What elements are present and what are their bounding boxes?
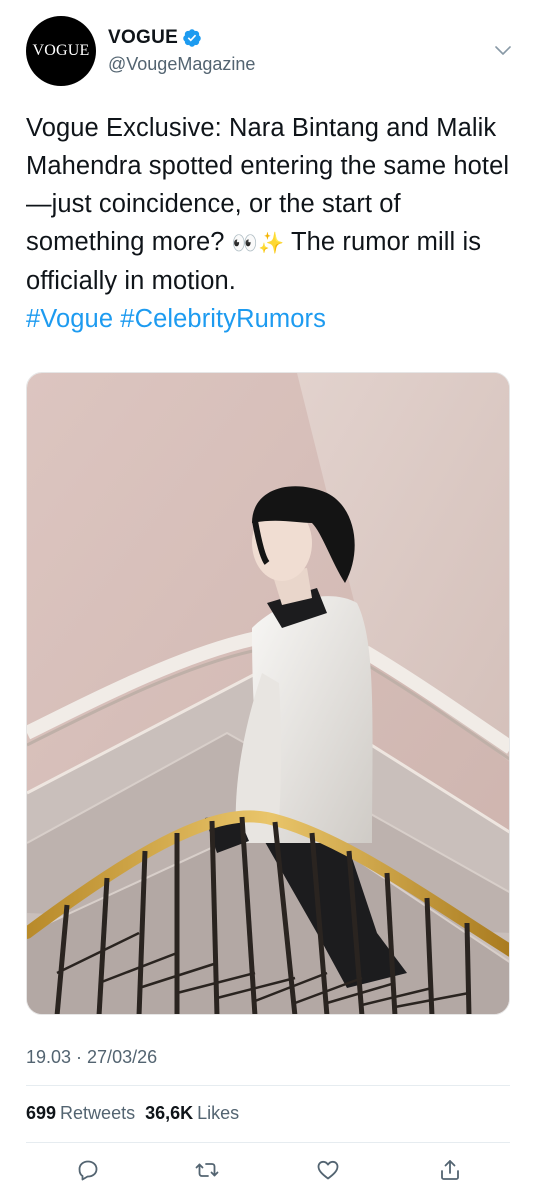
likes-label[interactable]: Likes <box>197 1103 239 1124</box>
display-name[interactable]: VOGUE <box>108 27 178 49</box>
tweet-emoji: 👀✨ <box>231 231 285 255</box>
verified-badge-icon <box>183 29 201 47</box>
likes-count[interactable]: 36,6K <box>145 1103 193 1124</box>
retweets-label[interactable]: Retweets <box>60 1103 135 1124</box>
tweet-photo[interactable] <box>26 372 510 1015</box>
avatar[interactable]: VOGUE <box>26 16 96 86</box>
chevron-down-icon[interactable] <box>494 42 512 60</box>
hashtag-links[interactable]: #Vogue #CelebrityRumors <box>26 305 326 333</box>
engagement-stats: 699 Retweets 36,6K Likes <box>26 1103 245 1124</box>
heart-icon[interactable] <box>316 1158 340 1182</box>
user-handle[interactable]: @VougeMagazine <box>108 54 255 75</box>
divider <box>26 1142 510 1143</box>
share-icon[interactable] <box>438 1158 462 1182</box>
reply-icon[interactable] <box>76 1158 100 1182</box>
photo-illustration <box>27 373 509 1014</box>
avatar-logo-text: VOGUE <box>32 42 90 59</box>
tweet-detail: VOGUE VOGUE @VougeMagazine Vogue Exclusi… <box>0 0 536 1200</box>
retweets-count[interactable]: 699 <box>26 1103 56 1124</box>
tweet-timestamp[interactable]: 19.03 · 27/03/26 <box>26 1047 157 1068</box>
name-row: VOGUE <box>108 27 202 49</box>
retweet-icon[interactable] <box>195 1158 219 1182</box>
tweet-text: Vogue Exclusive: Nara Bintang and Malik … <box>26 109 514 338</box>
action-bar <box>0 1152 536 1188</box>
divider <box>26 1085 510 1086</box>
